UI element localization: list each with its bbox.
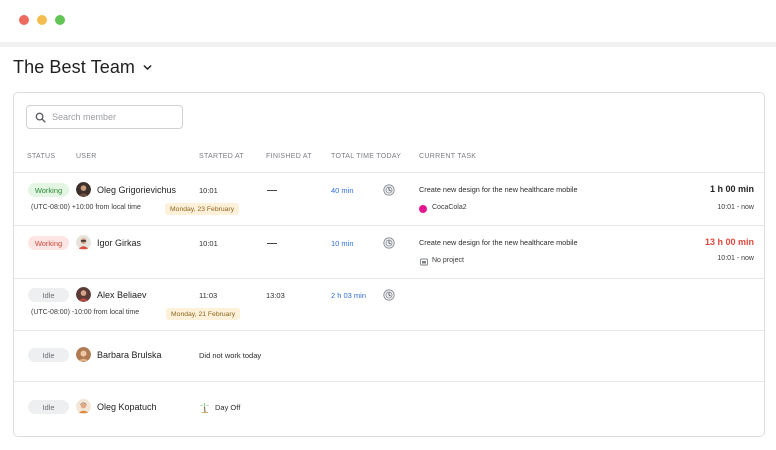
avatar[interactable]	[76, 287, 91, 302]
task-duration: 1 h 00 min	[709, 184, 754, 194]
avatar[interactable]	[76, 347, 91, 362]
user-name[interactable]: Igor Girkas	[97, 238, 141, 248]
status-badge: Idle	[28, 348, 69, 362]
minimize-window-button[interactable]	[37, 15, 47, 25]
timer-icon[interactable]	[383, 184, 395, 196]
started-at: 10:01	[199, 186, 218, 195]
titlebar-divider	[0, 42, 776, 47]
team-members-card: STATUS USER STARTED AT FINISHED AT TOTAL…	[13, 92, 765, 437]
column-header-status[interactable]: STATUS	[27, 153, 55, 160]
table-row[interactable]: Idle Barbara Brulska Did not work today	[14, 331, 764, 381]
close-window-button[interactable]	[19, 15, 29, 25]
no-project-icon	[420, 258, 428, 266]
search-box[interactable]	[26, 105, 183, 129]
timezone-offset: (UTC-08:00) +10:00 from local time	[31, 204, 141, 211]
date-badge: Monday, 21 February	[166, 308, 241, 320]
status-badge: Working	[28, 183, 69, 197]
timezone-offset: (UTC-08:00) -10:00 from local time	[31, 309, 140, 316]
current-task[interactable]: Create new design for the new healthcare…	[419, 238, 578, 247]
finished-at: 13:03	[266, 291, 285, 300]
avatar[interactable]	[76, 235, 91, 250]
table-row[interactable]: Idle Alex Beliaev (UTC-08:00) -10:00 fro…	[14, 279, 764, 329]
project-name[interactable]: CocaCola2	[432, 204, 467, 211]
no-work-note: Did not work today	[199, 351, 262, 360]
search-input[interactable]	[52, 112, 172, 122]
started-at: 10:01	[199, 239, 218, 248]
started-at: 11:03	[199, 291, 218, 300]
avatar[interactable]	[76, 182, 91, 197]
timer-icon[interactable]	[383, 237, 395, 249]
window-titlebar	[0, 0, 776, 42]
user-name[interactable]: Oleg Kopatuch	[97, 402, 157, 412]
column-header-current-task[interactable]: CURRENT TASK	[419, 153, 476, 160]
page-title: The Best Team	[13, 56, 136, 77]
table-row[interactable]: Working Oleg Grigorievichus (UTC-08:00) …	[14, 173, 764, 225]
task-time-range: 10:01 - now	[717, 255, 754, 262]
status-badge: Idle	[28, 400, 69, 414]
user-name[interactable]: Oleg Grigorievichus	[97, 185, 176, 195]
user-name[interactable]: Alex Beliaev	[97, 290, 147, 300]
task-time-range: 10:01 - now	[717, 204, 754, 211]
table-row[interactable]: Idle Oleg Kopatuch Day Off	[14, 382, 764, 437]
date-badge: Monday, 23 February	[165, 203, 240, 215]
table-row[interactable]: Working Igor Girkas 10:01 10 min Create …	[14, 226, 764, 278]
timer-icon[interactable]	[383, 289, 395, 301]
finished-at-empty	[267, 243, 277, 244]
status-badge: Working	[28, 236, 69, 250]
project-color-dot	[419, 205, 427, 213]
column-header-started-at[interactable]: STARTED AT	[199, 153, 244, 160]
total-time-link[interactable]: 40 min	[331, 186, 354, 195]
avatar[interactable]	[76, 399, 91, 414]
status-badge: Idle	[28, 288, 69, 302]
maximize-window-button[interactable]	[55, 15, 65, 25]
current-task[interactable]: Create new design for the new healthcare…	[419, 185, 578, 194]
team-selector[interactable]: The Best Team	[13, 55, 153, 79]
search-icon	[35, 112, 46, 123]
day-off-label: Day Off	[215, 403, 241, 412]
column-header-user[interactable]: USER	[76, 153, 97, 160]
task-duration: 13 h 00 min	[704, 237, 754, 247]
project-name: No project	[432, 257, 464, 264]
total-time-link[interactable]: 2 h 03 min	[331, 291, 366, 300]
total-time-link[interactable]: 10 min	[331, 239, 354, 248]
finished-at-empty	[267, 190, 277, 191]
column-header-finished-at[interactable]: FINISHED AT	[266, 153, 312, 160]
column-header-total-time[interactable]: TOTAL TIME TODAY	[331, 153, 401, 160]
chevron-down-icon[interactable]	[142, 62, 153, 73]
user-name[interactable]: Barbara Brulska	[97, 350, 162, 360]
palm-tree-icon	[199, 402, 210, 413]
